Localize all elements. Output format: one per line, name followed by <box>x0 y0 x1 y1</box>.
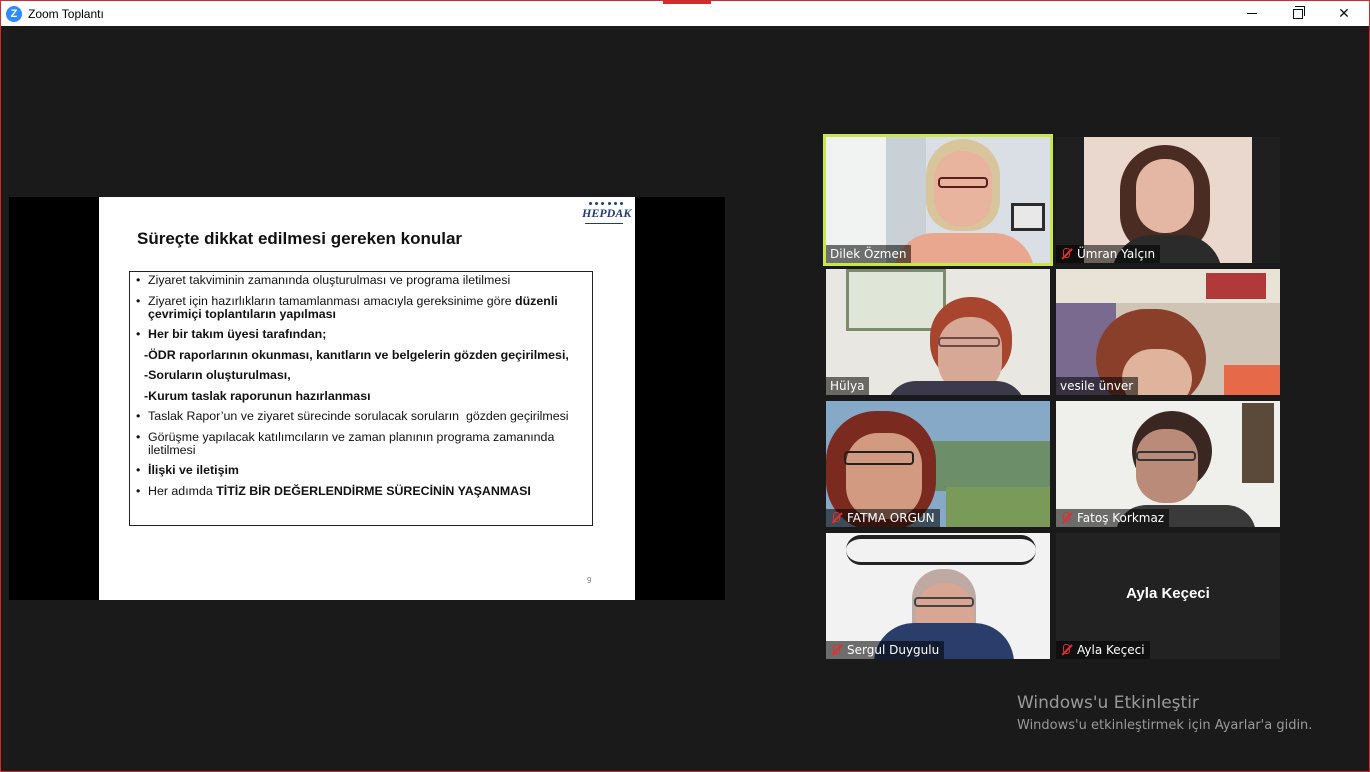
slide-bullet-item: • Ziyaret takviminin zamanında oluşturulm… <box>136 274 582 287</box>
bullet-text: -Soruların oluşturulması, <box>144 369 291 382</box>
participant-name-label: FATMA ORGUN <box>826 509 940 527</box>
bullet-text: Her bir takım üyesi tarafından; <box>148 328 326 341</box>
bullet-marker: • <box>136 483 141 498</box>
restore-icon <box>1293 5 1305 19</box>
bullet-bold-text: -Soruların oluşturulması, <box>144 368 291 382</box>
slide-bullet-item: -ÖDR raporlarının okunması, kanıtların v… <box>136 347 582 362</box>
logo-underline <box>585 223 623 224</box>
slide-bullet-item: • Ziyaret için hazırlıkların tamamlanması… <box>136 293 582 321</box>
participant-name-label: Fatoş Korkmaz <box>1056 509 1170 527</box>
bullet-text: Taslak Rapor’un ve ziyaret sürecinde sor… <box>148 410 569 423</box>
participant-avatar-name: Ayla Keçeci <box>1126 585 1210 602</box>
windows-activation-subtitle: Windows'u etkinleştirmek için Ayarlar'a … <box>1017 718 1313 733</box>
bullet-text: Görüşme yapılacak katılımcıların ve zama… <box>148 429 582 457</box>
bullet-marker: • <box>136 293 141 308</box>
shared-screen[interactable]: HEPDAK Süreçte dikkat edilmesi gereken k… <box>9 197 725 600</box>
slide-logo: HEPDAK <box>582 206 632 220</box>
restore-button[interactable] <box>1275 1 1321 26</box>
bullet-bold-text: -Kurum taslak raporunun hazırlanması <box>144 388 371 403</box>
windows-activation-title: Windows'u Etkinleştir <box>1017 693 1199 713</box>
bullet-text: Her adımda TİTİZ BİR DEĞERLENDİRME SÜREC… <box>148 483 531 498</box>
bullet-plain-text: Görüşme yapılacak katılımcıların ve zama… <box>148 429 558 457</box>
muted-mic-icon <box>1060 644 1072 656</box>
bullet-text: -Kurum taslak raporunun hazırlanması <box>144 388 371 403</box>
bullet-marker: • <box>136 463 141 477</box>
participant-name-label: Dilek Özmen <box>826 245 912 263</box>
slide-bullet-item: • Her adımda TİTİZ BİR DEĞERLENDİRME SÜRE… <box>136 483 582 498</box>
participant-name-label: Sergul Duygulu <box>826 641 945 659</box>
participant-tile[interactable]: Hülya <box>826 269 1050 395</box>
title-bar: Z Zoom Toplantı <box>1 1 1369 26</box>
bullet-marker: • <box>136 273 141 287</box>
slide-bullet-item: -Soruların oluşturulması, <box>136 369 582 382</box>
participant-tile[interactable]: Ayla Keçeci Ayla Keçeci <box>1056 533 1280 659</box>
share-indicator <box>663 1 711 4</box>
participant-tile[interactable]: Dilek Özmen <box>823 134 1053 266</box>
participant-tile[interactable]: vesile ünver <box>1056 269 1280 395</box>
slide-bullet-item: -Kurum taslak raporunun hazırlanması <box>136 388 582 403</box>
bullet-text: İlişki ve iletişim <box>148 464 239 477</box>
participant-tile[interactable]: Sergul Duygulu <box>826 533 1050 659</box>
zoom-window: Z Zoom Toplantı ✕ HEPDAK Süreçte dikkat … <box>0 0 1370 772</box>
bullet-bold-text: İlişki ve iletişim <box>148 463 239 477</box>
slide-page-number: 9 <box>587 576 592 585</box>
participant-name-label: vesile ünver <box>1056 377 1139 395</box>
slide-bullet-item: • Her bir takım üyesi tarafından; <box>136 328 582 341</box>
minimize-icon <box>1247 13 1257 14</box>
participant-name-label: Ayla Keçeci <box>1056 641 1150 659</box>
close-button[interactable]: ✕ <box>1321 1 1367 26</box>
bullet-plain-text: Ziyaret için hazırlıkların tamamlanması … <box>148 293 516 308</box>
participant-name-label: Ümran Yalçın <box>1056 245 1161 263</box>
bullet-plain-text: Her adımda <box>148 483 217 498</box>
bullet-marker: • <box>136 409 141 423</box>
bullet-text: Ziyaret için hazırlıkların tamamlanması … <box>148 293 582 321</box>
muted-mic-icon <box>830 512 842 524</box>
participant-tile[interactable]: FATMA ORGUN <box>826 401 1050 527</box>
bullet-plain-text: Ziyaret takviminin zamanında oluşturulma… <box>148 273 511 287</box>
participant-name-label: Hülya <box>826 377 870 395</box>
presentation-slide: HEPDAK Süreçte dikkat edilmesi gereken k… <box>99 197 635 600</box>
bullet-marker: • <box>136 429 141 444</box>
muted-mic-icon <box>1060 512 1072 524</box>
bullet-bold-text: TİTİZ BİR DEĞERLENDİRME SÜRECİNİN YAŞANM… <box>216 483 531 498</box>
participant-tile[interactable]: Fatoş Korkmaz <box>1056 401 1280 527</box>
slide-content-box: • Ziyaret takviminin zamanında oluşturulm… <box>129 271 593 526</box>
minimize-button[interactable] <box>1229 1 1275 26</box>
slide-bullet-item: • Taslak Rapor’un ve ziyaret sürecinde so… <box>136 410 582 423</box>
window-title: Zoom Toplantı <box>28 6 104 21</box>
close-icon: ✕ <box>1338 5 1350 22</box>
muted-mic-icon <box>1060 248 1072 260</box>
slide-bullet-item: • Görüşme yapılacak katılımcıların ve zam… <box>136 429 582 457</box>
slide-title: Süreçte dikkat edilmesi gereken konular <box>137 229 463 248</box>
slide-bullet-item: • İlişki ve iletişim <box>136 464 582 477</box>
participant-tile[interactable]: Ümran Yalçın <box>1056 137 1280 263</box>
bullet-text: Ziyaret takviminin zamanında oluşturulma… <box>148 274 510 287</box>
bullet-text: -ÖDR raporlarının okunması, kanıtların v… <box>144 347 569 362</box>
muted-mic-icon <box>830 644 842 656</box>
zoom-icon: Z <box>6 5 22 22</box>
bullet-bold-text: -ÖDR raporlarının okunması, kanıtların v… <box>144 347 569 362</box>
bullet-plain-text: Taslak Rapor’un ve ziyaret sürecinde sor… <box>148 409 569 423</box>
bullet-marker: • <box>136 327 141 341</box>
bullet-bold-text: Her bir takım üyesi tarafından; <box>148 327 327 341</box>
